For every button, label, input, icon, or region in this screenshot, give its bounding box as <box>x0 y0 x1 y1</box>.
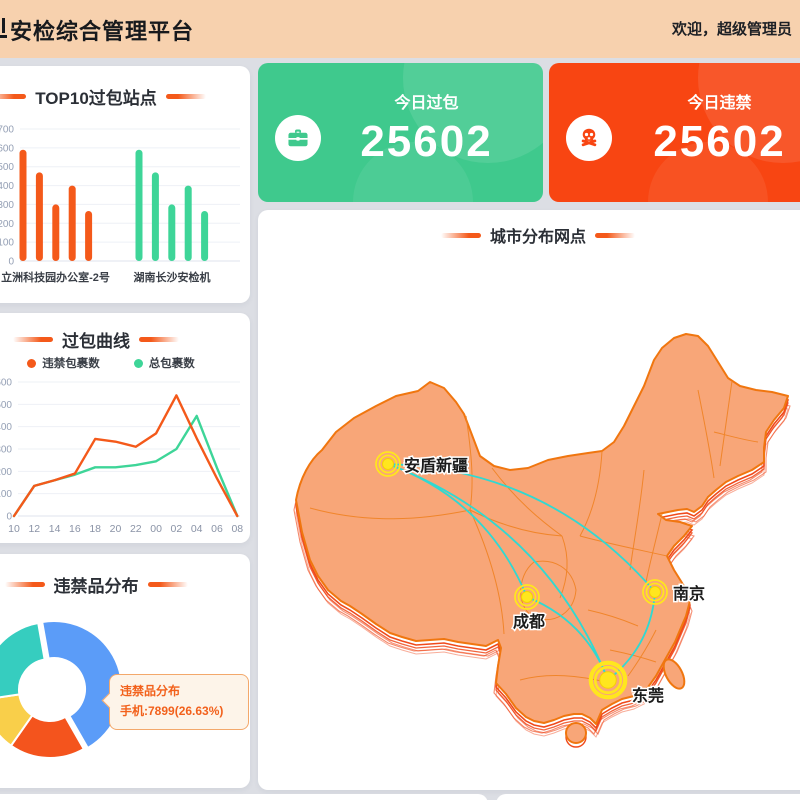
svg-text:100: 100 <box>0 489 12 500</box>
panel-top10-stations: TOP10过包站点 0100200300400500600700立洲科技园办公室… <box>0 66 250 303</box>
hainan-island-shape <box>566 723 586 747</box>
svg-text:0: 0 <box>6 512 12 523</box>
card-value: 25602 <box>609 117 800 167</box>
briefcase-icon <box>275 115 321 161</box>
welcome-text: 欢迎，超级管理员 <box>672 18 792 39</box>
top10-bar-chart[interactable]: 0 100 200 300 400 500 600 700 立洲科技园办公室-2号 湖南长沙安检机 <box>0 66 250 303</box>
svg-text:600: 600 <box>0 378 12 389</box>
parcel-line-chart[interactable]: 0 100 200 300 400 500 600 10 12 14 16 18 20 22 00 02 04 0… <box>0 313 250 543</box>
header-bar: 安检综合管理平台 欢迎，超级管理员 <box>0 0 800 58</box>
svg-text:00: 00 <box>150 523 162 535</box>
china-mainland-shape <box>296 334 788 724</box>
page-title: 安检综合管理平台 <box>10 14 194 46</box>
svg-text:成都: 成都 <box>513 612 545 631</box>
svg-text:南京: 南京 <box>673 584 705 603</box>
svg-text:500: 500 <box>0 162 14 173</box>
svg-text:10: 10 <box>8 523 20 535</box>
svg-text:东莞: 东莞 <box>632 686 664 705</box>
svg-text:04: 04 <box>191 523 203 535</box>
svg-text:200: 200 <box>0 219 14 230</box>
svg-text:12: 12 <box>28 523 40 535</box>
card-label: 今日过包 <box>318 89 535 113</box>
bottom-panel-edge <box>0 794 488 800</box>
svg-text:02: 02 <box>171 523 183 535</box>
svg-text:400: 400 <box>0 181 14 192</box>
svg-text:500: 500 <box>0 400 12 411</box>
card-today-passed[interactable]: 今日过包 25602 <box>258 63 543 202</box>
svg-text:06: 06 <box>211 523 223 535</box>
svg-text:14: 14 <box>49 523 61 535</box>
bottom-panel-edge <box>496 794 800 800</box>
svg-text:08: 08 <box>231 523 243 535</box>
svg-text:0: 0 <box>8 257 14 268</box>
china-map[interactable]: 安盾新疆成都 南京东莞 <box>258 210 800 790</box>
card-label: 今日违禁 <box>609 89 800 113</box>
svg-text:湖南长沙安检机: 湖南长沙安检机 <box>134 270 211 284</box>
card-today-forbidden[interactable]: 今日违禁 25602 <box>549 63 800 202</box>
svg-text:20: 20 <box>110 523 122 535</box>
title-cut-glyph <box>0 18 7 40</box>
svg-text:300: 300 <box>0 200 14 211</box>
svg-text:100: 100 <box>0 238 14 249</box>
svg-text:立洲科技园办公室-2号: 立洲科技园办公室-2号 <box>1 270 110 284</box>
tooltip-value: 手机:7899(26.63%) <box>120 702 238 722</box>
svg-text:700: 700 <box>0 125 14 136</box>
forbidden-donut-chart[interactable] <box>0 554 250 788</box>
svg-text:18: 18 <box>89 523 101 535</box>
svg-text:16: 16 <box>69 523 81 535</box>
card-value: 25602 <box>318 117 535 167</box>
svg-text:600: 600 <box>0 143 14 154</box>
dashboard: 安检综合管理平台 欢迎，超级管理员 今日过包 25602 <box>0 0 800 800</box>
tooltip-title: 违禁品分布 <box>120 682 238 702</box>
panel-parcel-curve: 过包曲线 违禁包裹数 总包裹数 010020030040050060010121… <box>0 313 250 543</box>
panel-city-network-map: 城市分布网点 <box>258 210 800 790</box>
panel-forbidden-distribution: 违禁品分布 违禁品分布 手机:7899(26.63%) <box>0 554 250 788</box>
svg-text:安盾新疆: 安盾新疆 <box>404 456 468 475</box>
svg-text:22: 22 <box>130 523 142 535</box>
svg-text:300: 300 <box>0 445 12 456</box>
svg-text:200: 200 <box>0 467 12 478</box>
svg-text:400: 400 <box>0 422 12 433</box>
skull-icon <box>566 115 612 161</box>
donut-tooltip: 违禁品分布 手机:7899(26.63%) <box>109 674 249 730</box>
